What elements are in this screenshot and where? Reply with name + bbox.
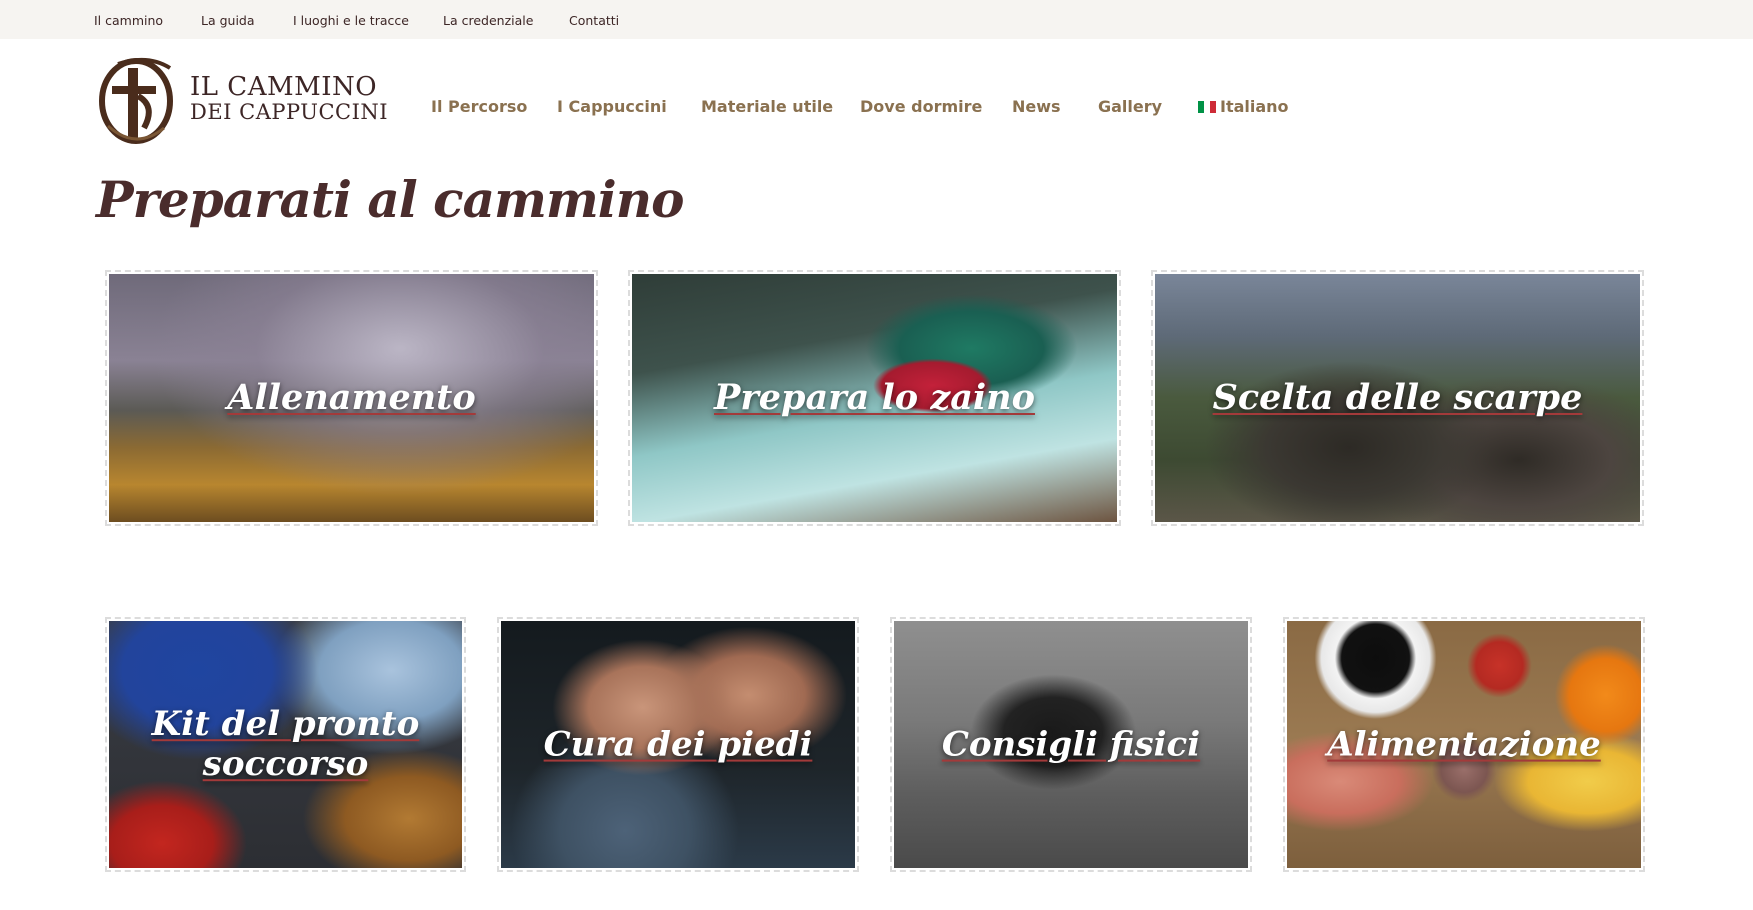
- card-scelta-scarpe[interactable]: Scelta delle scarpe: [1151, 270, 1644, 526]
- card-label: Allenamento: [227, 377, 476, 418]
- nav-item-materiale-utile[interactable]: Materiale utile: [701, 97, 833, 116]
- language-label: Italiano: [1220, 97, 1289, 116]
- card-prepara-zaino[interactable]: Prepara lo zaino: [628, 270, 1121, 526]
- card-kit-pronto-soccorso[interactable]: Kit del pronto soccorso: [105, 617, 466, 872]
- card-label: Alimentazione: [1327, 724, 1601, 765]
- card-label: Kit del pronto soccorso: [151, 703, 420, 785]
- fisici-image: Consigli fisici: [894, 621, 1248, 868]
- card-label: Consigli fisici: [941, 724, 1201, 765]
- italian-flag-icon: [1198, 101, 1216, 113]
- topbar-link-luoghi-tracce[interactable]: I luoghi e le tracce: [293, 13, 409, 28]
- card-cura-piedi[interactable]: Cura dei piedi: [497, 617, 859, 872]
- card-label: Prepara lo zaino: [714, 377, 1035, 418]
- page-title: Preparati al cammino: [96, 170, 684, 229]
- card-alimentazione[interactable]: Alimentazione: [1283, 617, 1645, 872]
- brand-line-1: IL CAMMINO: [190, 72, 378, 102]
- card-label: Scelta delle scarpe: [1212, 377, 1583, 418]
- top-utility-bar: Il cammino La guida I luoghi e le tracce…: [0, 0, 1753, 39]
- language-selector[interactable]: Italiano: [1198, 97, 1289, 116]
- card-consigli-fisici[interactable]: Consigli fisici: [890, 617, 1252, 872]
- alimentazione-image: Alimentazione: [1287, 621, 1641, 868]
- topbar-link-contatti[interactable]: Contatti: [569, 13, 619, 28]
- topbar-link-la-guida[interactable]: La guida: [201, 13, 255, 28]
- kit-image: Kit del pronto soccorso: [109, 621, 462, 868]
- allenamento-image: Allenamento: [109, 274, 594, 522]
- nav-item-i-cappuccini[interactable]: I Cappuccini: [557, 97, 667, 116]
- nav-item-news[interactable]: News: [1012, 97, 1061, 116]
- card-allenamento[interactable]: Allenamento: [105, 270, 598, 526]
- nav-item-dove-dormire[interactable]: Dove dormire: [860, 97, 982, 116]
- topbar-link-il-cammino[interactable]: Il cammino: [94, 13, 163, 28]
- zaino-image: Prepara lo zaino: [632, 274, 1117, 522]
- nav-item-gallery[interactable]: Gallery: [1098, 97, 1162, 116]
- brand-line-2: DEI CAPPUCCINI: [190, 100, 389, 124]
- topbar-link-credenziale[interactable]: La credenziale: [443, 13, 533, 28]
- nav-item-il-percorso[interactable]: Il Percorso: [431, 97, 527, 116]
- piedi-image: Cura dei piedi: [501, 621, 855, 868]
- card-label: Cura dei piedi: [543, 724, 813, 765]
- scarpe-image: Scelta delle scarpe: [1155, 274, 1640, 522]
